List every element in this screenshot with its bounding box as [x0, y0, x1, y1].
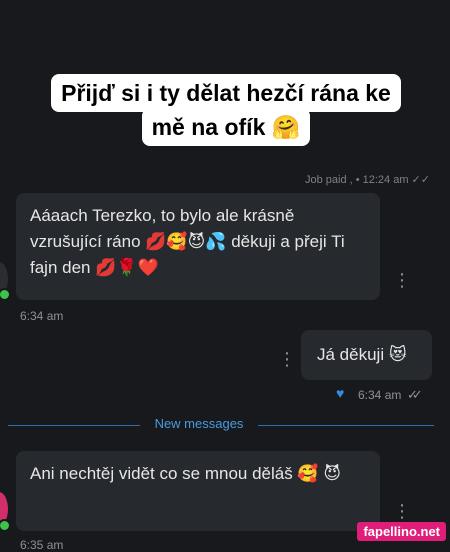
message-time: 6:34 am: [20, 309, 64, 323]
message-text: Ani nechtěj vidět co se mnou děláš 🥰 😈: [30, 464, 342, 483]
message-text: Aáaach Terezko, to bylo ale krásně vzruš…: [30, 206, 345, 277]
heart-icon[interactable]: ♥: [336, 385, 344, 401]
message-text: Já děkuji 😻: [317, 345, 407, 364]
caption-overlay: Přijď si i ty dělat hezčí rána ke mě na …: [28, 74, 424, 146]
message-options-icon[interactable]: ⋮: [278, 350, 296, 368]
divider-line: [258, 425, 434, 426]
new-messages-label: New messages: [154, 416, 244, 431]
online-status-icon: [0, 288, 11, 301]
online-status-icon: [0, 519, 11, 532]
message-bubble-outgoing[interactable]: Já děkuji 😻: [301, 330, 432, 380]
message-bubble-incoming[interactable]: Aáaach Terezko, to bylo ale krásně vzruš…: [16, 193, 380, 300]
caption-line-1: Přijď si i ty dělat hezčí rána ke: [51, 74, 401, 112]
message-time: 6:35 am: [20, 538, 64, 552]
new-messages-divider: New messages: [0, 416, 450, 434]
watermark: fapellino.net: [357, 522, 446, 541]
read-receipt-icon: ✓✓: [407, 387, 423, 402]
previous-message-status: Job paid , • 12:24 am ✓✓: [304, 174, 430, 186]
message-bubble-incoming[interactable]: Ani nechtěj vidět co se mnou děláš 🥰 😈: [16, 451, 380, 531]
message-time: 6:34 am: [358, 388, 402, 402]
message-options-icon[interactable]: ⋮: [393, 502, 411, 520]
divider-line: [8, 425, 140, 426]
message-options-icon[interactable]: ⋮: [393, 271, 411, 289]
caption-line-2: mě na ofík 🤗: [141, 108, 311, 146]
